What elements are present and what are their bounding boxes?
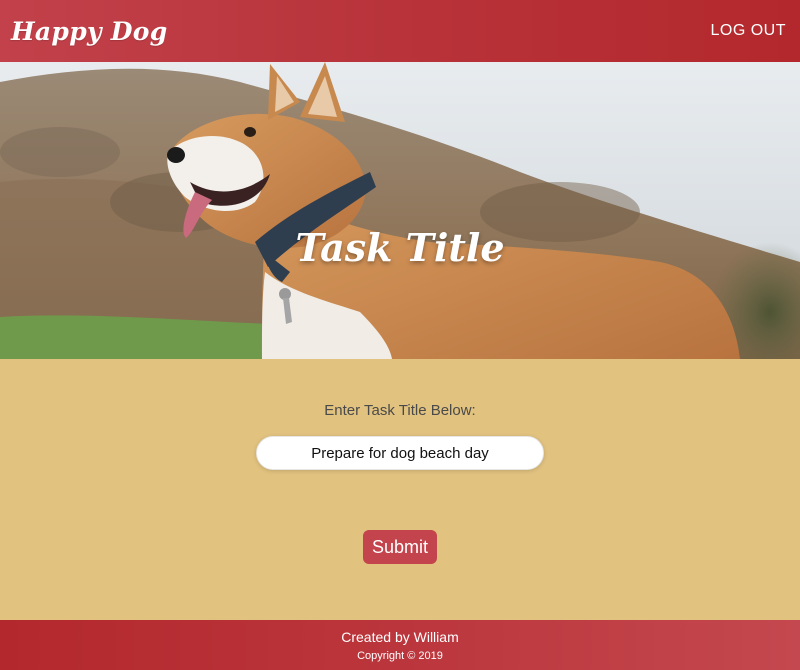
hero-banner: Task Title [0,62,800,359]
task-form: Enter Task Title Below: Submit [0,359,800,620]
navbar: Happy Dog LOG OUT [0,0,800,62]
brand-logo[interactable]: Happy Dog [11,13,168,51]
submit-button[interactable]: Submit [363,530,437,564]
page: Happy Dog LOG OUT Task Title Enter Task … [0,0,800,670]
task-title-label: Enter Task Title Below: [324,402,476,419]
logout-link[interactable]: LOG OUT [710,19,786,43]
hero-dog-image [0,62,800,359]
footer-copyright: Copyright © 2019 [357,650,443,662]
footer: Created by William Copyright © 2019 [0,620,800,670]
footer-credit: Created by William [341,629,459,645]
hero-title: Task Title [295,225,505,271]
task-title-input[interactable] [256,436,544,470]
